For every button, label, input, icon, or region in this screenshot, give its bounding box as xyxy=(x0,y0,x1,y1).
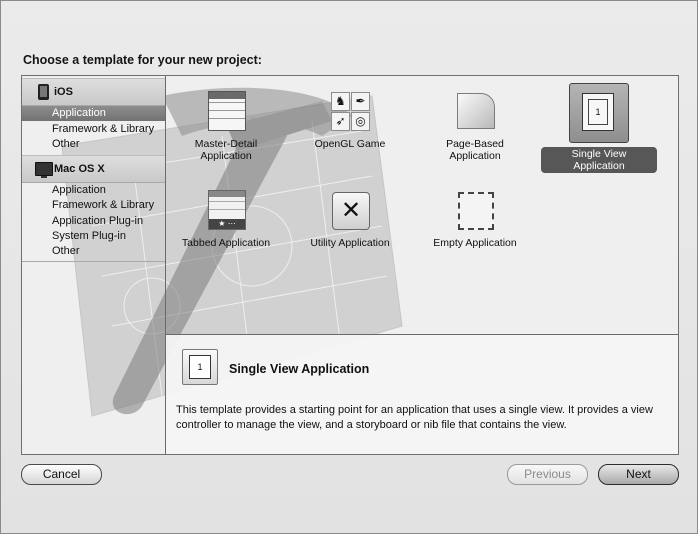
sidebar-item-ios-other[interactable]: Other xyxy=(22,137,165,152)
template-detail-pane: 1 Single View Application This template … xyxy=(166,335,678,454)
single-view-icon-number: 1 xyxy=(588,99,608,125)
master-detail-icon xyxy=(206,91,246,131)
sidebar-item-ios-application[interactable]: Application xyxy=(22,106,165,121)
sidebar-item-mac-system-plugin[interactable]: System Plug-in xyxy=(22,229,165,244)
template-single-view[interactable]: 1 Single View Application xyxy=(541,83,657,173)
sidebar-item-mac-application[interactable]: Application xyxy=(22,183,165,198)
detail-description: This template provides a starting point … xyxy=(176,404,653,431)
tools-icon: ✕ xyxy=(330,190,370,230)
template-label: Single View Application xyxy=(541,147,657,173)
sidebar-item-ios-framework-library[interactable]: Framework & Library xyxy=(22,122,165,137)
single-view-icon: 1 xyxy=(578,92,618,132)
template-empty[interactable]: Empty Application xyxy=(417,190,533,250)
template-page-based[interactable]: Page-Based Application xyxy=(417,91,533,163)
sidebar-group-mac-os-x[interactable]: Mac OS X xyxy=(22,155,165,183)
sidebar-divider xyxy=(22,261,165,262)
detail-icon-number: 1 xyxy=(189,355,211,379)
template-master-detail[interactable]: Master-Detail Application xyxy=(168,91,284,163)
opengl-game-icon: ♞ ✒ ➶ ◎ xyxy=(330,91,370,131)
page-curl-icon xyxy=(455,91,495,131)
iphone-icon xyxy=(38,84,49,100)
platform-sidebar: iOS Application Framework & Library Othe… xyxy=(22,76,166,454)
mac-icon xyxy=(35,162,53,178)
template-label: OpenGL Game xyxy=(314,138,386,150)
tabbed-icon: ★ ⋯ xyxy=(206,190,246,230)
template-label: Master-Detail Application xyxy=(194,138,258,162)
template-label: Tabbed Application xyxy=(181,237,271,249)
cancel-button[interactable]: Cancel xyxy=(21,464,102,485)
template-label: Page-Based Application xyxy=(446,138,504,162)
sidebar-group-label: iOS xyxy=(54,86,73,98)
detail-title: Single View Application xyxy=(229,362,370,376)
template-label: Empty Application xyxy=(433,237,517,249)
previous-button[interactable]: Previous xyxy=(507,464,588,485)
sidebar-group-ios[interactable]: iOS xyxy=(22,78,165,106)
single-view-icon: 1 xyxy=(182,349,218,385)
sidebar-item-mac-framework-library[interactable]: Framework & Library xyxy=(22,198,165,213)
sidebar-group-label: Mac OS X xyxy=(54,163,105,175)
next-button[interactable]: Next xyxy=(598,464,679,485)
template-utility[interactable]: ✕ Utility Application xyxy=(292,190,408,250)
template-chooser: iOS Application Framework & Library Othe… xyxy=(21,75,679,455)
empty-icon xyxy=(455,190,495,230)
selected-template-highlight: 1 xyxy=(569,83,629,143)
new-project-dialog: Choose a template for your new project: xyxy=(0,0,698,534)
sidebar-item-mac-other[interactable]: Other xyxy=(22,244,165,259)
sidebar-item-mac-application-plugin[interactable]: Application Plug-in xyxy=(22,214,165,229)
template-opengl-game[interactable]: ♞ ✒ ➶ ◎ OpenGL Game xyxy=(292,91,408,151)
template-label: Utility Application xyxy=(310,237,390,249)
dialog-title: Choose a template for your new project: xyxy=(23,53,262,67)
template-tabbed[interactable]: ★ ⋯ Tabbed Application xyxy=(168,190,284,250)
